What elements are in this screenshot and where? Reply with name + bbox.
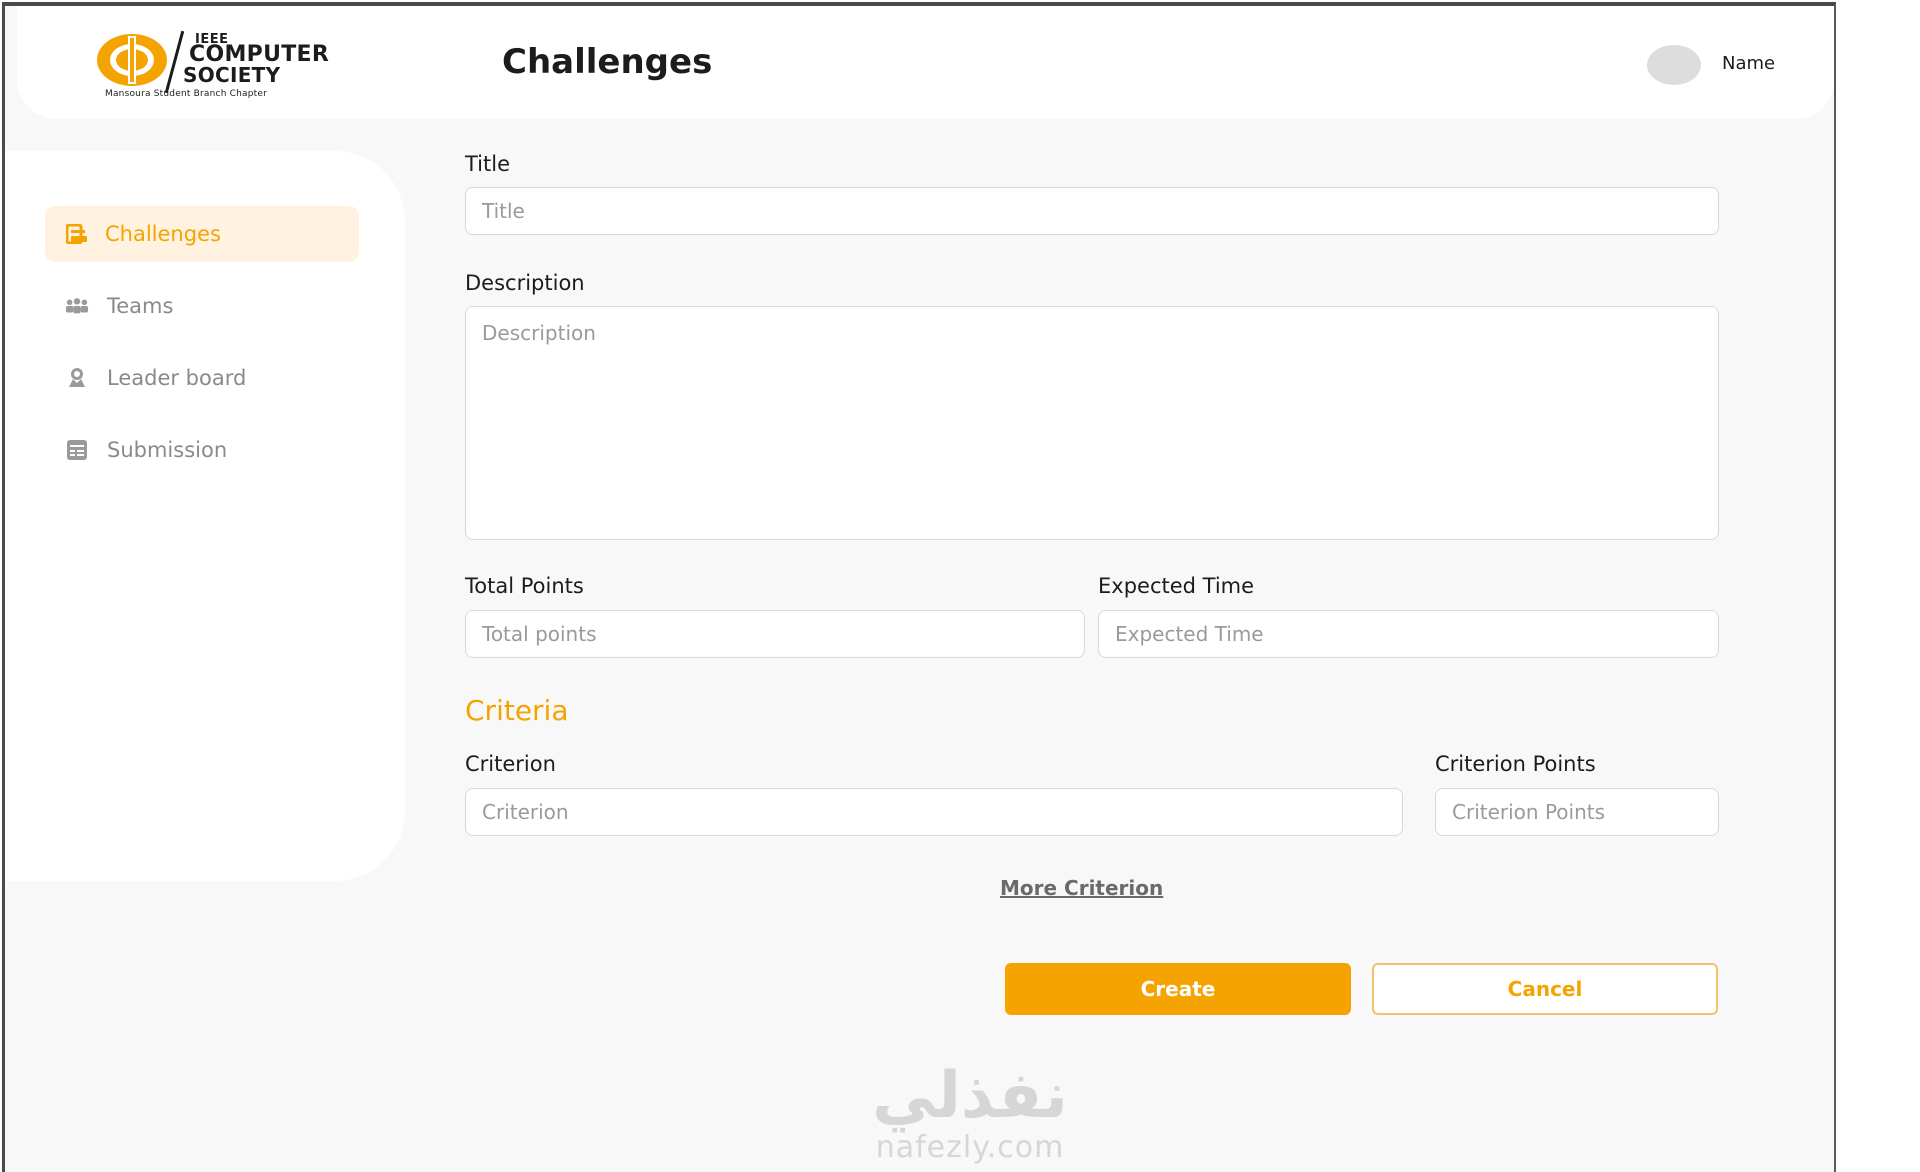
expected-time-label: Expected Time bbox=[1098, 574, 1255, 598]
page-title: Challenges bbox=[502, 42, 713, 82]
leaderboard-icon bbox=[65, 366, 89, 390]
user-name[interactable]: Name bbox=[1722, 53, 1775, 74]
logo-subtitle: Mansoura Student Branch Chapter bbox=[105, 89, 268, 99]
sidebar-item-label: Submission bbox=[107, 438, 228, 462]
more-criterion-link[interactable]: More Criterion bbox=[1000, 876, 1163, 900]
submission-icon bbox=[65, 438, 89, 462]
challenges-icon bbox=[65, 222, 89, 246]
description-label: Description bbox=[465, 271, 585, 295]
sidebar-item-label: Leader board bbox=[107, 366, 247, 390]
sidebar-item-challenges[interactable]: Challenges bbox=[45, 206, 359, 262]
title-label: Title bbox=[465, 152, 511, 176]
watermark: نفذلي nafezly.com bbox=[860, 1061, 1080, 1165]
ieee-computer-society-logo[interactable]: IEEE COMPUTER SOCIETY Mansoura Student B… bbox=[95, 30, 355, 102]
sidebar-item-label: Challenges bbox=[105, 222, 221, 246]
total-points-input[interactable] bbox=[465, 610, 1085, 658]
criterion-points-input[interactable] bbox=[1435, 788, 1719, 836]
title-input[interactable] bbox=[465, 187, 1719, 235]
expected-time-input[interactable] bbox=[1098, 610, 1719, 658]
watermark-latin-text: nafezly.com bbox=[875, 1130, 1065, 1165]
top-header: IEEE COMPUTER SOCIETY Mansoura Student B… bbox=[17, 6, 1834, 119]
sidebar-item-submission[interactable]: Submission bbox=[45, 422, 359, 478]
create-button[interactable]: Create bbox=[1005, 963, 1351, 1015]
sidebar: Challenges Teams Leader board Submission bbox=[5, 151, 405, 881]
sidebar-item-label: Teams bbox=[107, 294, 174, 318]
criteria-heading: Criteria bbox=[465, 694, 569, 727]
criterion-label: Criterion bbox=[465, 752, 556, 776]
criterion-points-label: Criterion Points bbox=[1435, 752, 1596, 776]
logo-society-text: SOCIETY bbox=[183, 63, 281, 87]
teams-icon bbox=[65, 294, 89, 318]
description-textarea[interactable] bbox=[465, 306, 1719, 540]
sidebar-item-teams[interactable]: Teams bbox=[45, 278, 359, 334]
watermark-arabic-text: نفذلي bbox=[872, 1059, 1068, 1133]
app-window: IEEE COMPUTER SOCIETY Mansoura Student B… bbox=[2, 2, 1836, 1172]
criterion-input[interactable] bbox=[465, 788, 1403, 836]
logo-emblem-icon bbox=[97, 34, 167, 86]
sidebar-item-leader-board[interactable]: Leader board bbox=[45, 350, 359, 406]
total-points-label: Total Points bbox=[465, 574, 584, 598]
avatar[interactable] bbox=[1647, 45, 1701, 85]
cancel-button[interactable]: Cancel bbox=[1372, 963, 1718, 1015]
